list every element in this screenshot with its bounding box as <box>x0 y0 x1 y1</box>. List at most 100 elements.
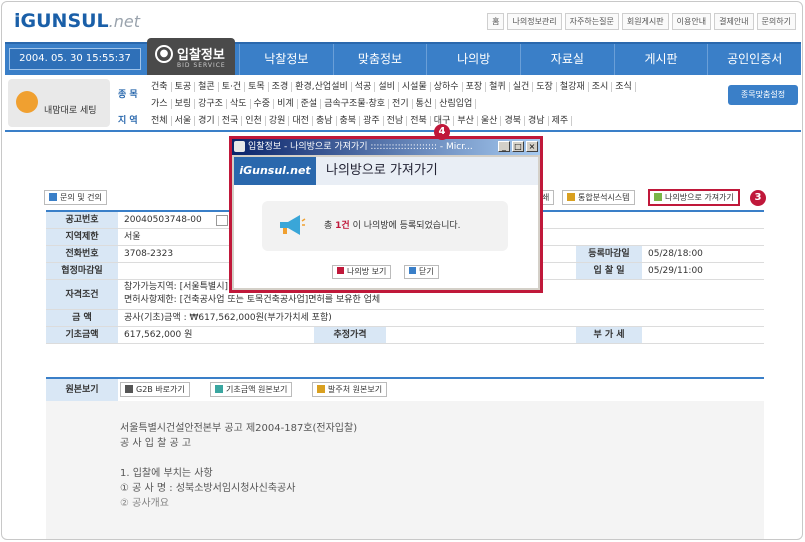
category-item[interactable]: 토목 <box>245 82 269 92</box>
go-myroom-button[interactable]: 나의방으로 가져가기 <box>648 189 740 206</box>
region-item[interactable]: 경기 <box>195 116 219 126</box>
copy-checkbox[interactable] <box>216 215 228 226</box>
base-doc-button[interactable]: 기초금액 원본보기 <box>210 382 293 397</box>
minimize-button[interactable]: _ <box>498 141 510 152</box>
top-link-guide[interactable]: 이용안내 <box>671 13 712 30</box>
category-item[interactable]: 가스 <box>148 99 172 109</box>
maximize-button[interactable]: □ <box>512 141 524 152</box>
go-myroom-label: 나의방으로 가져가기 <box>665 193 734 202</box>
view-myroom-button[interactable]: 나의방 보기 <box>332 265 392 279</box>
popup-title: 입찰정보 - 나의방으로 가져가기 ::::::::::::::::::::::… <box>248 142 473 152</box>
region-item[interactable]: 충남 <box>312 116 337 126</box>
doc-line: 공 사 입 찰 공 고 <box>120 438 192 449</box>
region-item[interactable]: 광주 <box>360 116 384 126</box>
close-window-button[interactable]: × <box>526 141 538 152</box>
category-item[interactable]: 실건 <box>509 82 534 92</box>
inquiry-button[interactable]: 문의 및 건의 <box>44 190 107 205</box>
region-item[interactable]: 전북 <box>407 116 431 126</box>
my-setting-button[interactable]: 내맘대로 세팅 <box>8 79 110 127</box>
category-item[interactable]: 환경,산업설비 <box>292 82 352 92</box>
region-item[interactable]: 인천 <box>242 116 266 126</box>
tab-custom-info[interactable]: 맞춤정보 <box>332 44 427 75</box>
category-item[interactable]: 금속구조물·창호 <box>321 99 390 109</box>
popup-message-box: 총 1건 이 나의방에 등록되었습니다. <box>262 201 508 251</box>
category-row-2: 가스 보링 강구조 삭도 수중 비계 준설 금속구조물·창호 전기 통신 산림입업 <box>148 96 477 109</box>
category-item[interactable]: 비계 <box>274 99 298 109</box>
category-item[interactable]: 석공 <box>351 82 376 92</box>
category-item[interactable]: 보링 <box>171 99 196 109</box>
category-item[interactable]: 조식 <box>612 82 636 92</box>
popup-titlebar[interactable]: 입찰정보 - 나의방으로 가져가기 ::::::::::::::::::::::… <box>232 139 540 155</box>
reg-deadline-value: 05/28/18:00 <box>648 249 703 259</box>
region-item[interactable]: 경북 <box>501 116 525 126</box>
region-item[interactable]: 서울 <box>171 116 196 126</box>
top-link-contact[interactable]: 문의하기 <box>756 13 796 30</box>
logo-net: .net <box>108 12 141 31</box>
category-item[interactable]: 조경 <box>268 82 293 92</box>
announce-no-label: 공고번호 <box>46 212 118 228</box>
category-item[interactable]: 삭도 <box>226 99 251 109</box>
region-item[interactable]: 전남 <box>383 116 408 126</box>
category-item[interactable]: 시설물 <box>398 82 431 92</box>
category-item[interactable]: 철퀴 <box>486 82 510 92</box>
g2b-button[interactable]: G2B 바로가기 <box>120 382 190 397</box>
g2b-icon <box>125 385 133 393</box>
tab-board[interactable]: 게시판 <box>613 44 708 75</box>
top-link-payment[interactable]: 결제안내 <box>714 13 754 30</box>
region-item[interactable]: 울산 <box>477 116 502 126</box>
region-item[interactable]: 제주 <box>548 116 573 126</box>
region-item[interactable]: 전국 <box>218 116 243 126</box>
phone-label: 전화번호 <box>46 246 118 262</box>
region-item[interactable]: 충북 <box>336 116 361 126</box>
doc-icon <box>317 385 325 393</box>
region-row: 전체 서울 경기 전국 인천 강원 대전 충남 충북 광주 전남 전북 대구 부산 울산 경북 경남 제주 <box>148 113 573 126</box>
bid-date-value: 05/29/11:00 <box>648 266 703 276</box>
region-item[interactable]: 강원 <box>265 116 290 126</box>
category-item[interactable]: 철콘 <box>195 82 219 92</box>
category-item[interactable]: 포장 <box>462 82 487 92</box>
category-item[interactable]: 수중 <box>250 99 275 109</box>
tab-certificate[interactable]: 공인인증서 <box>707 44 801 75</box>
category-type-label: 종 목 <box>118 90 138 100</box>
category-item[interactable]: 토·건 <box>218 82 246 92</box>
category-item[interactable]: 철강재 <box>556 82 589 92</box>
category-item[interactable]: 상하수 <box>430 82 463 92</box>
popup-header: iGunsul.net 나의방으로 가져가기 <box>234 157 538 185</box>
category-item[interactable]: 설비 <box>375 82 399 92</box>
category-item[interactable]: 강구조 <box>195 99 227 109</box>
top-link-board[interactable]: 회원게시판 <box>621 13 669 30</box>
msg-count: 1건 <box>335 221 350 231</box>
bid-info-icon: ● <box>155 45 173 63</box>
category-item[interactable]: 토공 <box>171 82 196 92</box>
close-button[interactable]: 닫기 <box>404 265 439 279</box>
site-logo[interactable]: iGUNSUL.net <box>14 10 140 32</box>
plus-icon <box>409 267 416 274</box>
top-link-home[interactable]: 홈 <box>487 13 505 30</box>
tab-library[interactable]: 자료실 <box>520 44 614 75</box>
original-view-bar: 원본보기 G2B 바로가기 기초금액 원본보기 발주처 원본보기 <box>46 377 764 401</box>
tab-my-room[interactable]: 나의방 <box>426 44 520 75</box>
step-badge-4: 4 <box>434 124 450 140</box>
category-item[interactable]: 산림입업 <box>436 99 477 109</box>
region-item[interactable]: 전체 <box>148 116 172 126</box>
region-item[interactable]: 경남 <box>525 116 549 126</box>
category-item[interactable]: 전기 <box>389 99 413 109</box>
base-doc-label: 기초금액 원본보기 <box>226 385 288 394</box>
tab-bid-info-sub: BID SERVICE <box>177 62 226 69</box>
category-item[interactable]: 조시 <box>588 82 613 92</box>
top-link-faq[interactable]: 자주하는질문 <box>564 13 619 30</box>
client-doc-button[interactable]: 발주처 원본보기 <box>312 382 388 397</box>
category-item[interactable]: 통신 <box>412 99 437 109</box>
region-item[interactable]: 부산 <box>454 116 478 126</box>
tab-award-info[interactable]: 낙찰정보 <box>239 44 333 75</box>
category-item[interactable]: 준설 <box>297 99 322 109</box>
region-item[interactable]: 대전 <box>289 116 313 126</box>
item-setting-button[interactable]: 종목맞춤설정 <box>728 85 798 105</box>
tab-bid-info[interactable]: ● 입찰정보 BID SERVICE <box>147 38 235 77</box>
popup-message: 총 1건 이 나의방에 등록되었습니다. <box>324 218 461 231</box>
top-link-myinfo[interactable]: 나의정보관리 <box>507 13 562 30</box>
main-nav: 2004. 05. 30 15:55:37 ● 입찰정보 BID SERVICE… <box>5 38 801 77</box>
category-item[interactable]: 건축 <box>148 82 172 92</box>
category-item[interactable]: 도장 <box>533 82 557 92</box>
analysis-system-button[interactable]: 통합분석시스템 <box>562 190 635 205</box>
